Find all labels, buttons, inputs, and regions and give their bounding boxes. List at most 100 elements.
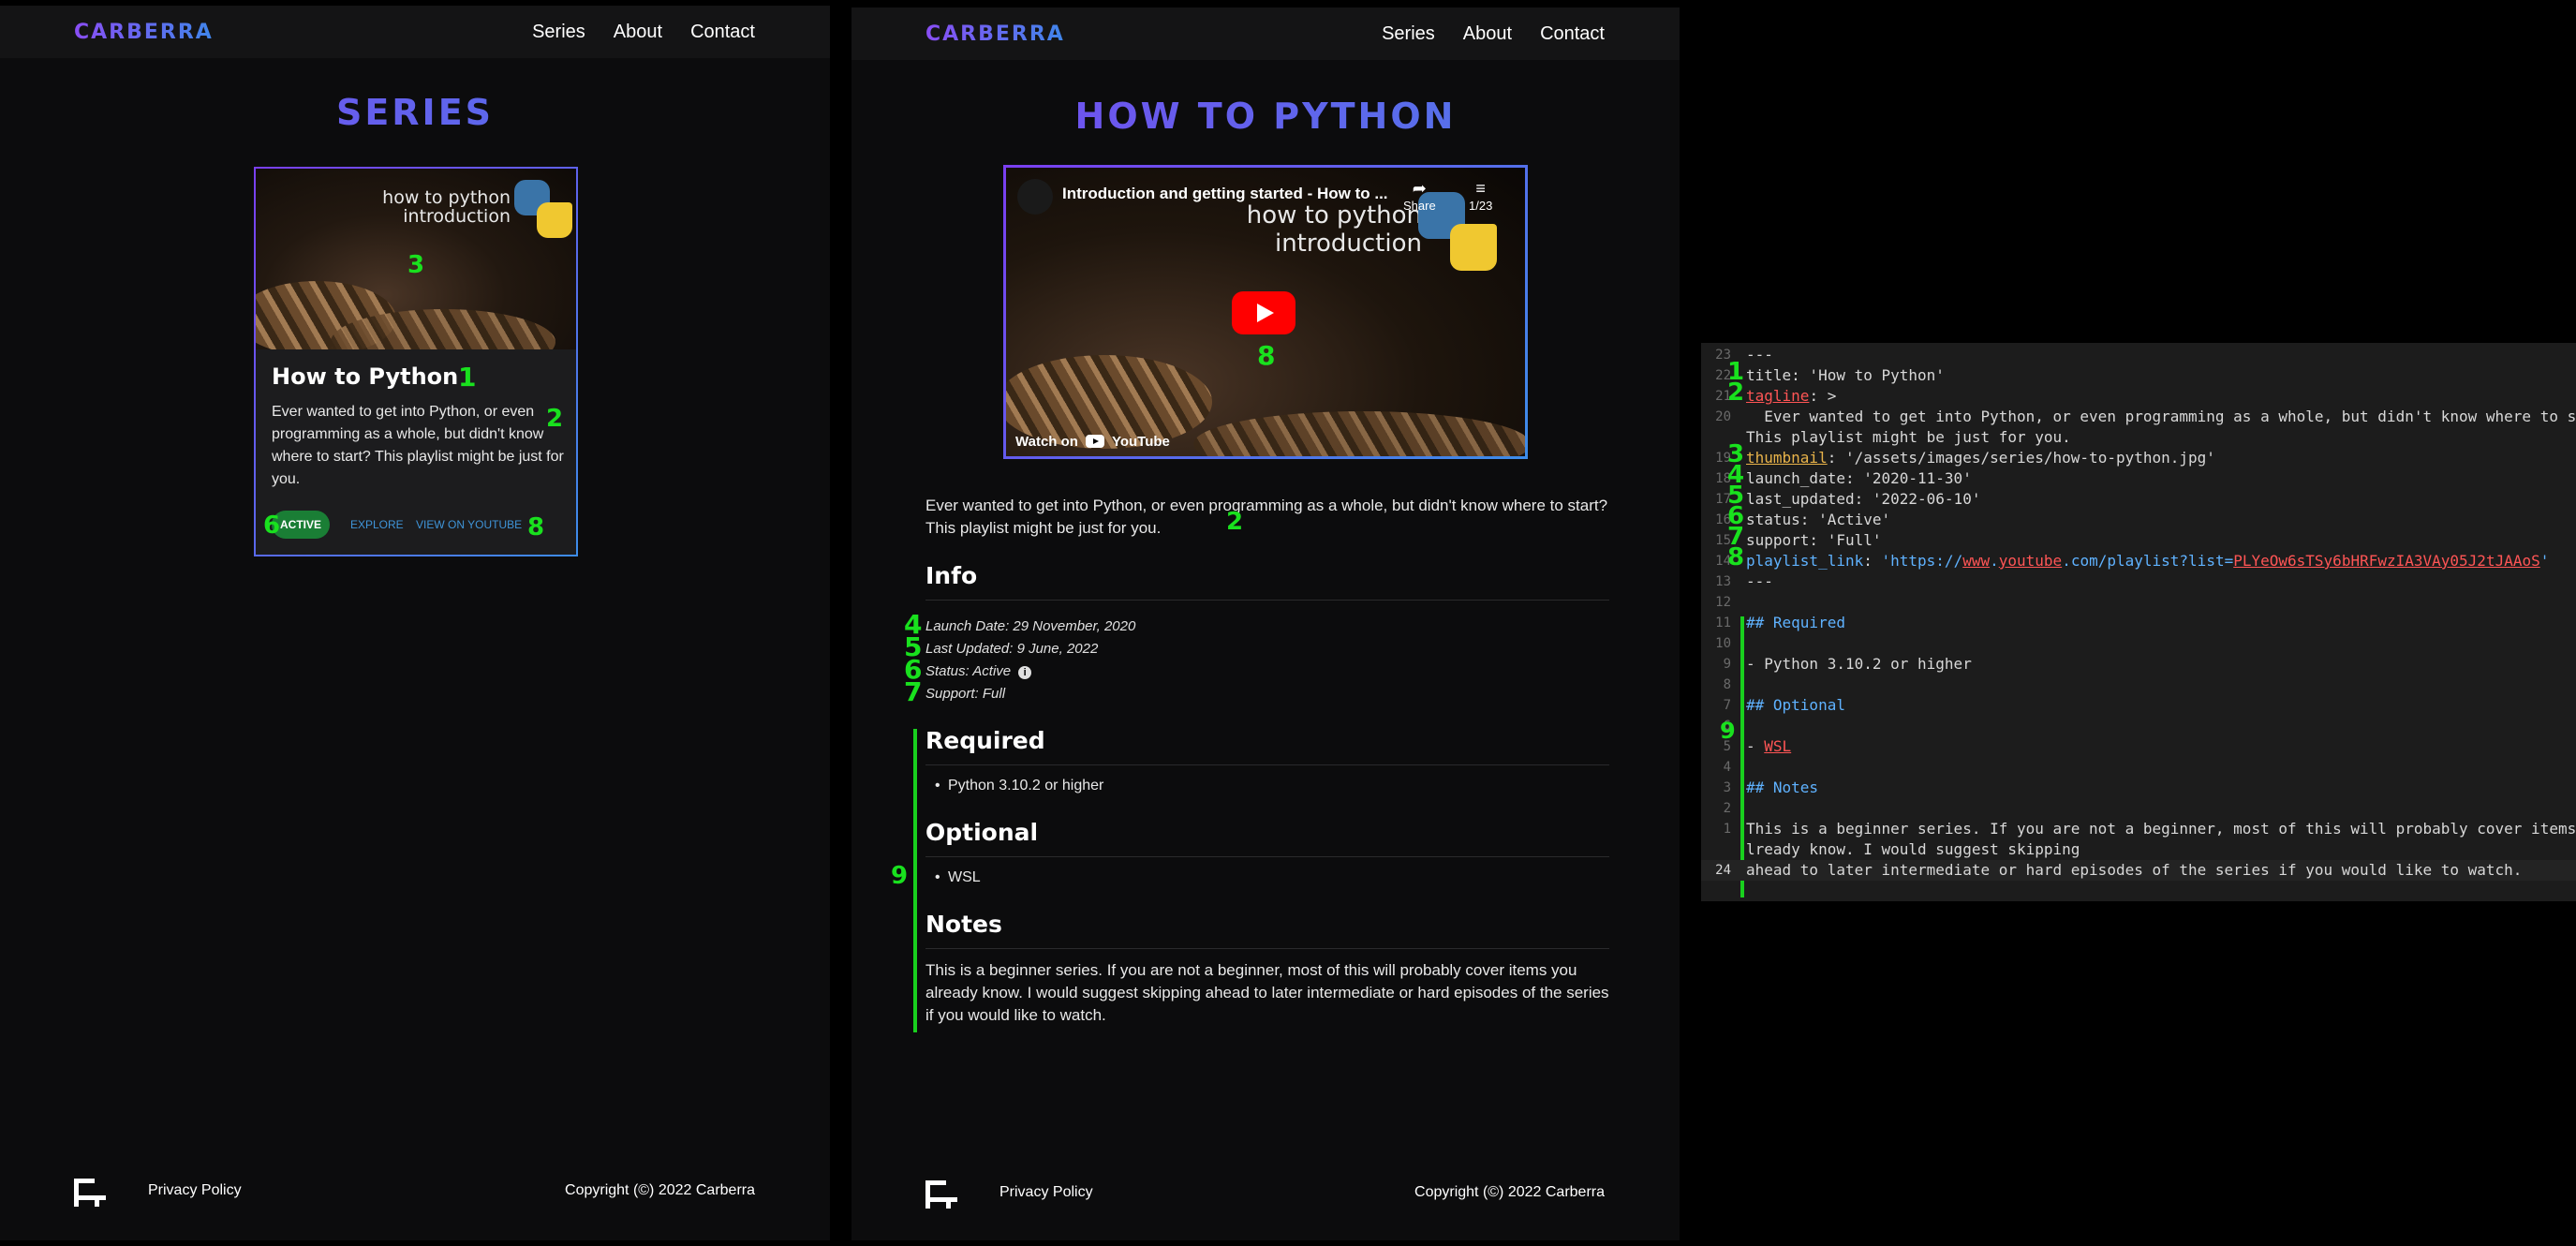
code-text: title: 'How to Python' xyxy=(1746,366,1945,384)
line-number: 24 xyxy=(1715,863,1731,878)
editor-line[interactable]: 1 This is a beginner series. If you are n… xyxy=(1701,819,2576,839)
marker-2: 2 xyxy=(1226,508,1244,536)
marker-6: 6 xyxy=(263,512,281,540)
line-number: 1 xyxy=(1723,822,1731,837)
editor-line[interactable]: 17 last_updated: '2022-06-10' xyxy=(1701,489,2576,510)
share-label: Share xyxy=(1403,199,1436,213)
code-text: - WSL xyxy=(1746,737,1792,755)
marker-8: 8 xyxy=(1257,340,1276,371)
code-text: This playlist might be just for you. xyxy=(1746,428,2071,446)
editor-line[interactable]: 20 Ever wanted to get into Python, or ev… xyxy=(1701,407,2576,427)
code-text: support: 'Full' xyxy=(1746,531,1882,549)
nav-about[interactable]: About xyxy=(614,22,662,43)
editor-line[interactable]: 2 xyxy=(1701,798,2576,819)
line-number: 2 xyxy=(1723,801,1731,816)
view-on-youtube-link[interactable]: VIEW ON YOUTUBE xyxy=(416,518,522,531)
playlist-count: 1/23 xyxy=(1469,199,1493,213)
editor-line[interactable]: 9 - Python 3.10.2 or higher xyxy=(1701,654,2576,675)
editor-line[interactable]: 22 title: 'How to Python' xyxy=(1701,365,2576,386)
top-nav: CARBERRA Series About Contact xyxy=(851,7,1680,60)
editor-line[interactable]: 11 ## Required xyxy=(1701,613,2576,633)
play-button[interactable] xyxy=(1232,291,1295,334)
nav-contact[interactable]: Contact xyxy=(690,22,755,43)
editor-line[interactable]: 3 ## Notes xyxy=(1701,778,2576,798)
editor-line[interactable]: 5- WSL xyxy=(1701,736,2576,757)
code-editor[interactable]: 23 --- 22 title: 'How to Python' 21 tagline: … xyxy=(1701,343,2576,901)
optional-heading: Optional xyxy=(925,819,1039,846)
info-heading: Info xyxy=(925,562,978,589)
copyright: Copyright (©) 2022 Carberra xyxy=(565,1182,755,1198)
nav-about[interactable]: About xyxy=(1463,23,1512,45)
editor-line[interactable]: 21 tagline: > xyxy=(1701,386,2576,407)
marker-8: 8 xyxy=(527,513,545,541)
editor-line[interactable]: 13 --- xyxy=(1701,571,2576,592)
highlight-bar xyxy=(913,729,917,1032)
support-level: Support: Full xyxy=(925,686,1006,702)
series-card[interactable]: how to python introduction 3 How to Pyth… xyxy=(254,167,578,556)
footer-logo-icon[interactable] xyxy=(74,1175,111,1209)
thumb-line-2: introduction xyxy=(403,206,511,227)
explore-link[interactable]: EXPLORE xyxy=(350,518,404,531)
marker-3: 3 xyxy=(407,251,425,279)
editor-line[interactable]: 8 xyxy=(1701,675,2576,695)
editor-line[interactable]: 14 playlist_link: 'https://www.youtube.co… xyxy=(1701,551,2576,571)
editor-line[interactable]: 16 status: 'Active' xyxy=(1701,510,2576,530)
code-text: - Python 3.10.2 or higher xyxy=(1746,655,1972,673)
channel-avatar[interactable] xyxy=(1017,179,1053,215)
site-logo[interactable]: CARBERRA xyxy=(925,22,1065,46)
video-title[interactable]: Introduction and getting started - How t… xyxy=(1062,185,1388,203)
nav-links: Series About Contact xyxy=(532,22,755,43)
youtube-embed[interactable]: how to python introduction Introduction … xyxy=(1003,165,1528,459)
privacy-policy-link[interactable]: Privacy Policy xyxy=(999,1184,1093,1201)
card-title[interactable]: How to Python xyxy=(272,363,458,390)
info-icon[interactable]: i xyxy=(1018,666,1032,679)
editor-line[interactable]: 7 ## Optional xyxy=(1701,695,2576,716)
code-text: ## Required xyxy=(1746,614,1845,631)
share-button[interactable]: ➦ Share xyxy=(1403,179,1436,213)
required-heading: Required xyxy=(925,727,1045,754)
footer-logo-icon[interactable] xyxy=(925,1177,963,1210)
editor-line[interactable]: 15 support: 'Full' xyxy=(1701,530,2576,551)
editor-line[interactable]: 24 ahead to later intermediate or hard ep… xyxy=(1701,860,2576,881)
playlist-button[interactable]: ≡ 1/23 xyxy=(1469,179,1492,213)
line-number: 9 xyxy=(1723,657,1731,672)
editor-line[interactable]: This playlist might be just for you. xyxy=(1701,427,2576,448)
required-item: Python 3.10.2 or higher xyxy=(935,778,1103,794)
status-text: Status: Active xyxy=(925,663,1012,679)
editor-line[interactable]: lready know. I would suggest skipping xyxy=(1701,839,2576,860)
nav-series[interactable]: Series xyxy=(1382,23,1435,45)
marker-2: 2 xyxy=(546,405,564,433)
line-number: 20 xyxy=(1715,409,1731,424)
editor-line[interactable]: 4 xyxy=(1701,757,2576,778)
privacy-policy-link[interactable]: Privacy Policy xyxy=(148,1182,242,1199)
nav-series[interactable]: Series xyxy=(532,22,585,43)
series-description: Ever wanted to get into Python, or even … xyxy=(925,497,1608,537)
marker-2: 2 xyxy=(1727,378,1745,407)
optional-item: WSL xyxy=(935,869,981,886)
editor-line[interactable]: 10 xyxy=(1701,633,2576,654)
video-thumb-line-2: introduction xyxy=(1274,230,1422,258)
nav-contact[interactable]: Contact xyxy=(1540,23,1605,45)
page-title: HOW TO PYTHON xyxy=(851,96,1680,137)
editor-line[interactable]: 19 thumbnail: '/assets/images/series/how-… xyxy=(1701,448,2576,468)
editor-line[interactable]: 18 launch_date: '2020-11-30' xyxy=(1701,468,2576,489)
marker-9: 9 xyxy=(891,862,909,890)
card-description: Ever wanted to get into Python, or even … xyxy=(272,404,564,487)
editor-line[interactable]: 23 --- xyxy=(1701,345,2576,365)
editor-line[interactable]: 6 xyxy=(1701,716,2576,736)
footer: Privacy Policy Copyright (©) 2022 Carber… xyxy=(0,1175,830,1212)
code-text: --- xyxy=(1746,346,1773,363)
status-badge: ACTIVE xyxy=(272,511,330,539)
editor-line[interactable]: 12 xyxy=(1701,592,2576,613)
site-logo[interactable]: CARBERRA xyxy=(74,21,214,44)
marker-9: 9 xyxy=(1720,718,1736,744)
code-text: ahead to later intermediate or hard epis… xyxy=(1746,861,2523,879)
divider xyxy=(925,764,1609,765)
series-page: CARBERRA Series About Contact SERIES how… xyxy=(0,6,830,1240)
code-text: --- xyxy=(1746,572,1773,590)
watch-on-youtube[interactable]: Watch on YouTube xyxy=(1015,428,1170,454)
series-thumbnail[interactable]: how to python introduction 3 xyxy=(256,169,576,349)
code-text: playlist_link: 'https://www.youtube.com/… xyxy=(1746,552,2550,570)
line-number: 4 xyxy=(1723,760,1731,775)
line-number: 8 xyxy=(1723,677,1731,692)
